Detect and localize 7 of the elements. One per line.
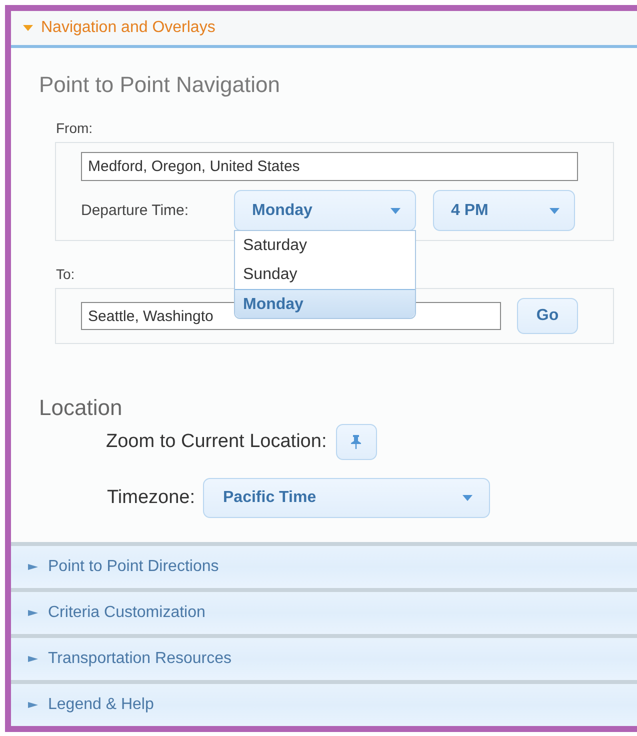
field-label: Zoom to Current Location:	[106, 430, 327, 454]
field-label: Departure Time:	[81, 200, 190, 221]
field-label: To:	[56, 265, 75, 284]
section-heading: Point to Point Navigation	[39, 72, 281, 98]
section-heading: Location	[39, 394, 124, 422]
field-label: Timezone:	[107, 486, 195, 510]
field-label: From:	[56, 119, 93, 138]
